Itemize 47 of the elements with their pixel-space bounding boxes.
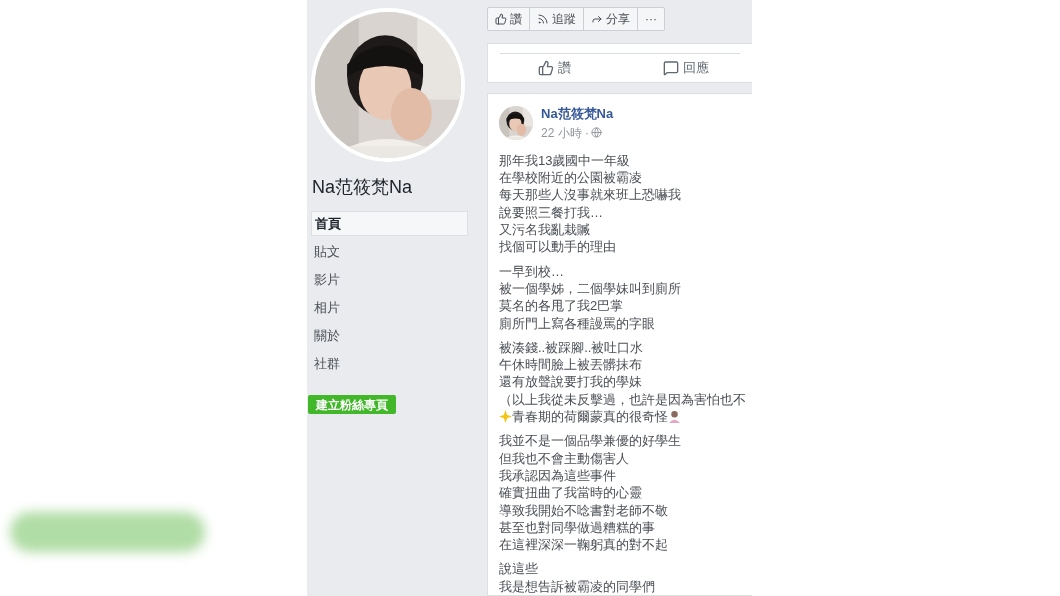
post-text-line: 我承認因為這些事件 — [499, 466, 617, 485]
nav-item[interactable]: 關於 — [311, 323, 468, 348]
post-text-line: 我並不是一個品學兼優的好學生 — [499, 432, 682, 450]
comment-button[interactable]: 回應 — [620, 54, 752, 83]
nav-item[interactable]: 貼文 — [311, 239, 468, 264]
nav-item[interactable]: 社群 — [311, 351, 468, 376]
post-text-line: 莫名的各甩了我2巴掌 — [499, 297, 625, 315]
post-text-line: 那年我13歲國中一年級 — [499, 151, 632, 170]
author-name[interactable]: Na范筱梵Na — [541, 104, 614, 124]
page-name: Na范筱梵Na — [311, 176, 414, 199]
post-text-line: 說要照三餐打我… — [499, 203, 604, 222]
more-button[interactable]: ··· — [638, 8, 664, 30]
post-text-line: 午休時間臉上被丟髒抹布 — [499, 356, 643, 374]
post-text-line: 廁所門上寫各種謾罵的字眼 — [499, 314, 656, 332]
share-button[interactable]: 分享 — [584, 8, 638, 30]
post-time: 22 小時 · — [541, 124, 589, 142]
follow-button[interactable]: 追蹤 — [530, 8, 584, 30]
post-text-line: 被一個學姊，二個學妹叫到廁所 — [499, 279, 682, 298]
post-text-line: 確實扭曲了我當時的心靈 — [499, 484, 643, 502]
nav-item[interactable]: 相片 — [311, 295, 468, 320]
speech-bubble-icon — [663, 60, 679, 77]
post-text-line: 我是想告訴被霸凌的同學們 — [499, 577, 656, 595]
like-button[interactable]: 讚 — [488, 54, 620, 83]
post-text-line: 在這裡深深一鞠躬真的對不起 — [499, 536, 669, 554]
post-text-line: 青春期的荷爾蒙真的很奇怪 — [512, 408, 668, 426]
nav-item[interactable]: 影片 — [311, 267, 468, 292]
sparkle-icon — [499, 410, 512, 424]
post-text-line: 在學校附近的公園被霸凌 — [499, 169, 643, 187]
post-text-line: 但我也不會主動傷害人 — [499, 449, 630, 467]
post-text-line: 每天那些人沒事就來班上恐嚇我 — [499, 186, 682, 204]
person-icon — [668, 410, 681, 424]
post-text-line: 又污名我亂栽贓 — [499, 221, 591, 239]
thumbs-up-icon — [495, 13, 507, 25]
post-text-line: 被湊錢..被踩腳..被吐口水 — [499, 338, 645, 357]
post-text-line: 一早到校… — [499, 262, 565, 280]
post-text-line: 甚至也對同學做過糟糕的事 — [499, 518, 656, 537]
share-icon — [591, 13, 603, 25]
globe-icon — [591, 127, 602, 139]
like-button[interactable]: 讚 — [488, 8, 530, 30]
post-text-line: 說這些 — [499, 560, 539, 578]
thumbs-up-icon — [537, 60, 554, 77]
rss-icon — [537, 13, 549, 25]
nav-item[interactable]: 首頁 — [311, 211, 468, 236]
post-text-line: 導致我開始不唸書對老師不敬 — [499, 501, 669, 519]
post-text-line: 還有放聲說要打我的學妹 — [499, 373, 643, 391]
post-text-line: 找個可以動手的理由 — [499, 238, 617, 256]
post-text-line: （以上我從未反擊過，也許是因為害怕也不 — [499, 390, 747, 409]
